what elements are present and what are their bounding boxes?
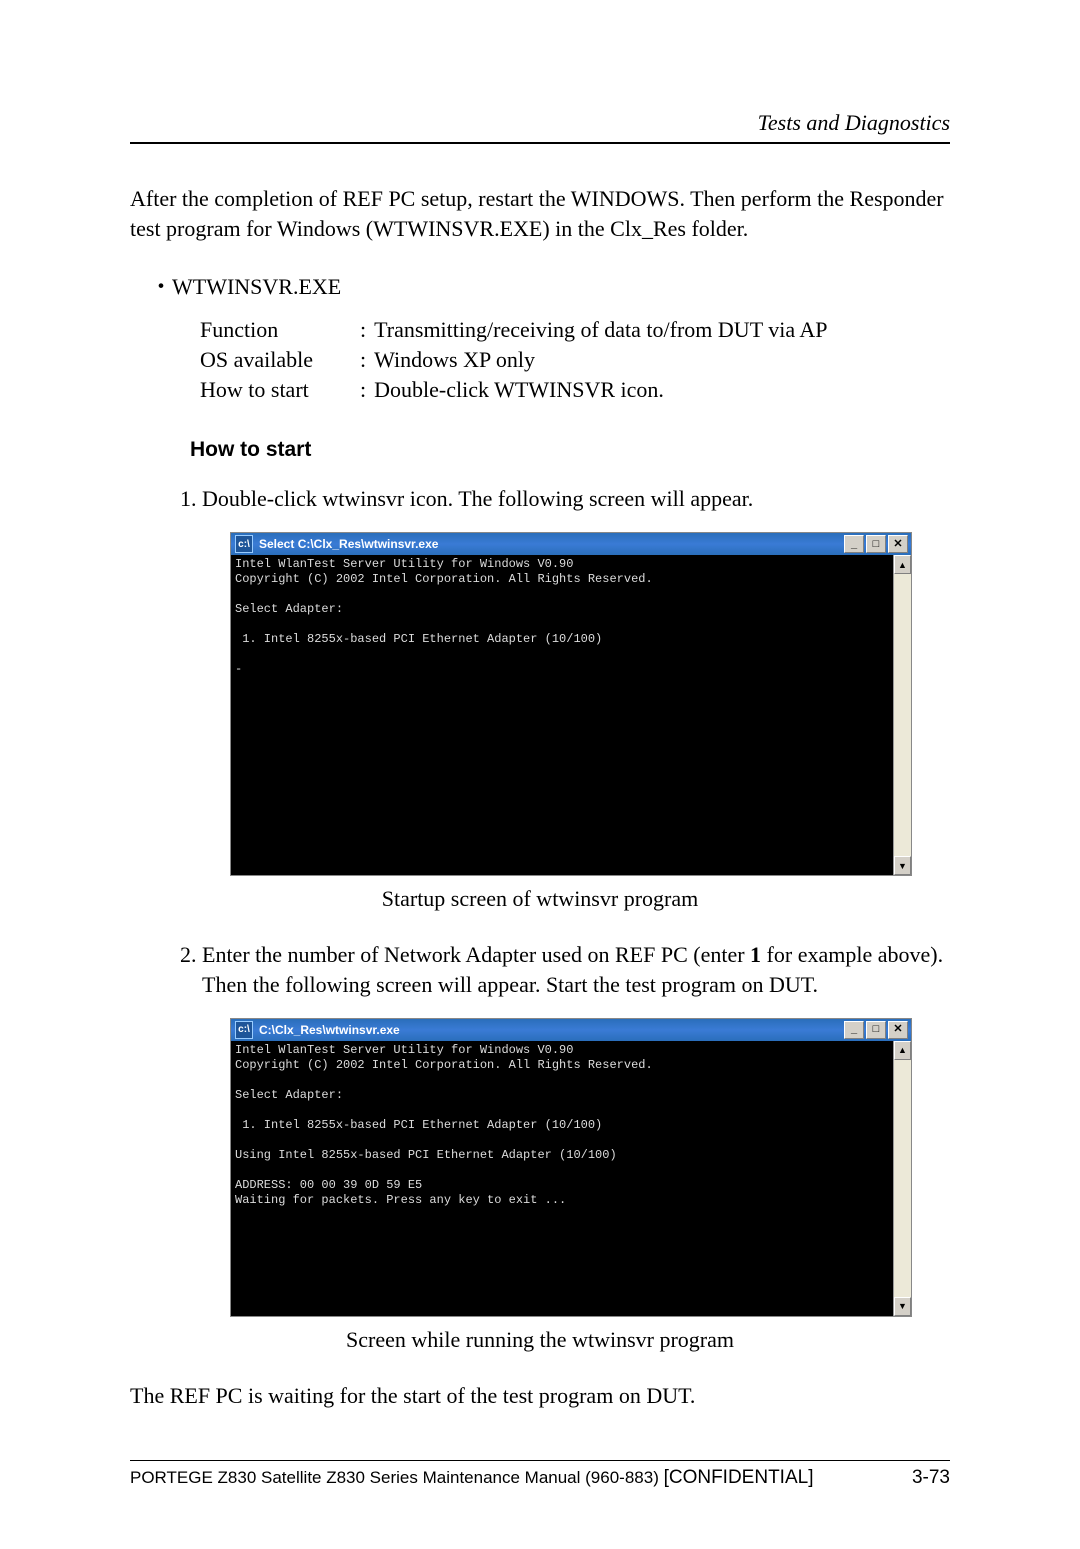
console-output: Intel WlanTest Server Utility for Window… xyxy=(231,1041,893,1316)
close-button[interactable]: ✕ xyxy=(888,1021,908,1039)
running-header: Tests and Diagnostics xyxy=(130,110,950,136)
window-title: C:\Clx_Res\wtwinsvr.exe xyxy=(259,1023,842,1037)
footer-confidential: [CONFIDENTIAL] xyxy=(664,1467,814,1488)
heading-how-to-start: How to start xyxy=(190,438,950,462)
closing-paragraph: The REF PC is waiting for the start of t… xyxy=(130,1381,950,1411)
scroll-up-button[interactable]: ▲ xyxy=(894,1041,911,1060)
console-output: Intel WlanTest Server Utility for Window… xyxy=(231,555,893,875)
spec-row-start: How to start : Double-click WTWINSVR ico… xyxy=(200,375,950,405)
vertical-scrollbar[interactable]: ▲ ▼ xyxy=(893,555,911,875)
scroll-track[interactable] xyxy=(894,1060,911,1297)
app-icon: c:\ xyxy=(235,535,253,553)
spec-row-function: Function : Transmitting/receiving of dat… xyxy=(200,315,950,345)
spec-label: Function xyxy=(200,315,360,345)
intro-paragraph: After the completion of REF PC setup, re… xyxy=(130,184,950,243)
spec-label: OS available xyxy=(200,345,360,375)
app-icon: c:\ xyxy=(235,1021,253,1039)
page-footer: PORTEGE Z830 Satellite Z830 Series Maint… xyxy=(130,1467,950,1489)
console-window-running: c:\ C:\Clx_Res\wtwinsvr.exe _ □ ✕ Intel … xyxy=(230,1018,912,1317)
maximize-button[interactable]: □ xyxy=(866,1021,886,1039)
step2-text-a: 2. Enter the number of Network Adapter u… xyxy=(180,942,750,967)
footer-rule xyxy=(130,1460,950,1461)
scroll-down-button[interactable]: ▼ xyxy=(894,1297,911,1316)
footer-left: PORTEGE Z830 Satellite Z830 Series Maint… xyxy=(130,1467,912,1489)
spec-colon: : xyxy=(360,315,374,345)
spec-value: Windows XP only xyxy=(374,345,535,375)
maximize-button[interactable]: □ xyxy=(866,535,886,553)
minimize-button[interactable]: _ xyxy=(844,1021,864,1039)
spec-table: Function : Transmitting/receiving of dat… xyxy=(200,315,950,404)
step2-bold-1: 1 xyxy=(750,942,761,967)
spec-label: How to start xyxy=(200,375,360,405)
scroll-down-button[interactable]: ▼ xyxy=(894,856,911,875)
vertical-scrollbar[interactable]: ▲ ▼ xyxy=(893,1041,911,1316)
step-1: 1. Double-click wtwinsvr icon. The follo… xyxy=(180,484,950,514)
title-bar[interactable]: c:\ Select C:\Clx_Res\wtwinsvr.exe _ □ ✕ xyxy=(231,533,911,555)
minimize-button[interactable]: _ xyxy=(844,535,864,553)
footer-manual: PORTEGE Z830 Satellite Z830 Series Maint… xyxy=(130,1468,664,1487)
close-button[interactable]: ✕ xyxy=(888,535,908,553)
title-bar[interactable]: c:\ C:\Clx_Res\wtwinsvr.exe _ □ ✕ xyxy=(231,1019,911,1041)
document-page: Tests and Diagnostics After the completi… xyxy=(0,0,1080,1549)
spec-value: Transmitting/receiving of data to/from D… xyxy=(374,315,827,345)
bullet-wtwinsvr: ・WTWINSVR.EXE xyxy=(150,269,950,301)
header-rule xyxy=(130,142,950,144)
scroll-up-button[interactable]: ▲ xyxy=(894,555,911,574)
footer-page-number: 3-73 xyxy=(912,1467,950,1489)
caption-startup: Startup screen of wtwinsvr program xyxy=(130,886,950,912)
scroll-track[interactable] xyxy=(894,574,911,856)
step-2: 2. Enter the number of Network Adapter u… xyxy=(180,940,950,999)
spec-colon: : xyxy=(360,345,374,375)
console-window-startup: c:\ Select C:\Clx_Res\wtwinsvr.exe _ □ ✕… xyxy=(230,532,912,876)
caption-running: Screen while running the wtwinsvr progra… xyxy=(130,1327,950,1353)
spec-colon: : xyxy=(360,375,374,405)
spec-value: Double-click WTWINSVR icon. xyxy=(374,375,664,405)
spec-row-os: OS available : Windows XP only xyxy=(200,345,950,375)
window-title: Select C:\Clx_Res\wtwinsvr.exe xyxy=(259,537,842,551)
